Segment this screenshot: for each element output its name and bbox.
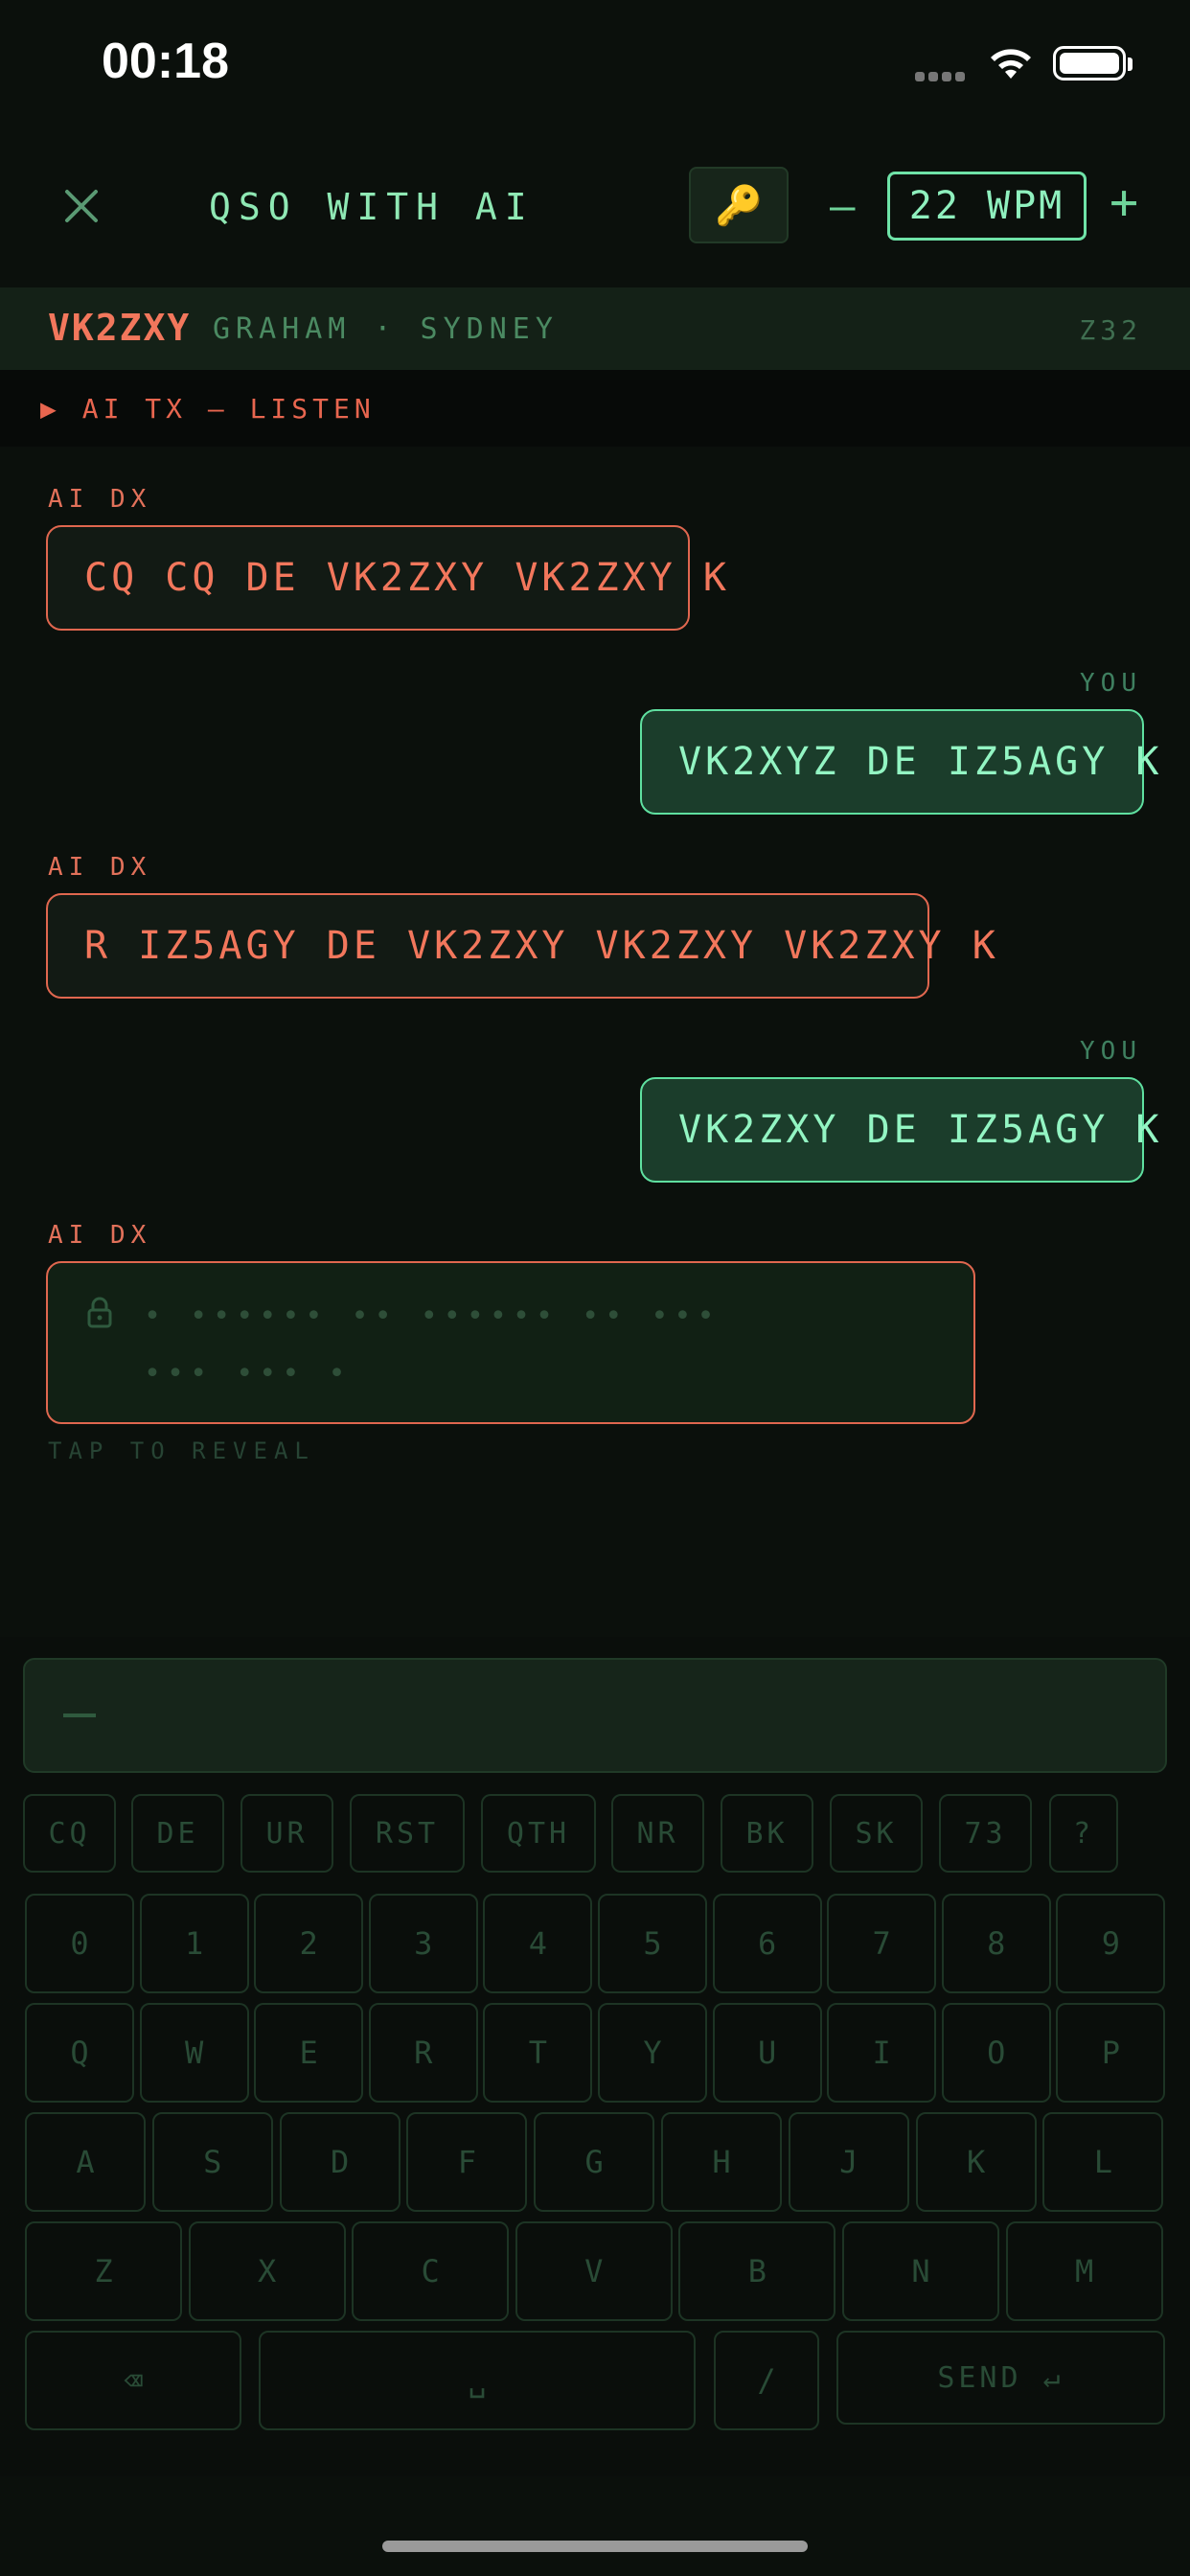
- message-sender: AI DX: [48, 1221, 152, 1250]
- wpm-increase-button[interactable]: +: [1110, 174, 1138, 230]
- hidden-message-bubble[interactable]: • •••••• •• •••••• •• ••• ••• ••• •: [46, 1261, 975, 1424]
- key-0[interactable]: 0: [25, 1894, 134, 1993]
- slash-key[interactable]: /: [714, 2331, 819, 2430]
- prosign-key-ur[interactable]: UR: [240, 1794, 333, 1873]
- prosign-key-bk[interactable]: BK: [721, 1794, 813, 1873]
- ai-message-bubble: CQ CQ DE VK2ZXY VK2ZXY K: [46, 525, 726, 631]
- key-o[interactable]: O: [941, 2003, 1051, 2103]
- hidden-dots-line: • •••••• •• •••••• •• •••: [144, 1300, 721, 1333]
- lock-icon: [87, 1297, 112, 1328]
- page-title: QSO WITH AI: [209, 186, 535, 228]
- input-cursor: [63, 1714, 96, 1717]
- key-k[interactable]: K: [915, 2112, 1037, 2212]
- prosign-key-sk[interactable]: SK: [830, 1794, 923, 1873]
- key-p[interactable]: P: [1056, 2003, 1166, 2103]
- key-9[interactable]: 9: [1056, 1894, 1166, 1993]
- key-5[interactable]: 5: [598, 1894, 707, 1993]
- key-g[interactable]: G: [534, 2112, 655, 2212]
- prosign-key-cq[interactable]: CQ: [23, 1794, 116, 1873]
- key-x[interactable]: X: [188, 2221, 346, 2321]
- key-j[interactable]: J: [788, 2112, 909, 2212]
- prosign-key-73[interactable]: 73: [939, 1794, 1032, 1873]
- contact-callsign: VK2ZXY: [48, 307, 192, 349]
- status-time: 00:18: [102, 34, 229, 89]
- key-1[interactable]: 1: [139, 1894, 249, 1993]
- contact-zone: Z32: [1079, 314, 1142, 346]
- backspace-key[interactable]: ⌫: [25, 2331, 241, 2430]
- key-4[interactable]: 4: [483, 1894, 593, 1993]
- prosign-key-nr[interactable]: NR: [611, 1794, 704, 1873]
- message-sender: YOU: [1080, 1037, 1142, 1066]
- key-z[interactable]: Z: [25, 2221, 182, 2321]
- status-bar: 00:18: [0, 0, 1190, 134]
- key-w[interactable]: W: [139, 2003, 249, 2103]
- key-6[interactable]: 6: [712, 1894, 822, 1993]
- key-button[interactable]: 🔑: [689, 167, 789, 243]
- ai-message-bubble: R IZ5AGY DE VK2ZXY VK2ZXY VK2ZXY K: [46, 893, 995, 999]
- user-message-bubble: VK2XYZ DE IZ5AGY K: [640, 709, 1158, 815]
- message-sender: AI DX: [48, 853, 152, 882]
- wifi-icon: [991, 49, 1031, 79]
- key-q[interactable]: Q: [25, 2003, 134, 2103]
- home-indicator: [382, 2541, 808, 2552]
- prosign-key-de[interactable]: DE: [131, 1794, 224, 1873]
- key-7[interactable]: 7: [827, 1894, 937, 1993]
- key-e[interactable]: E: [254, 2003, 364, 2103]
- user-message-bubble: VK2ZXY DE IZ5AGY K: [640, 1077, 1158, 1183]
- key-2[interactable]: 2: [254, 1894, 364, 1993]
- key-c[interactable]: C: [352, 2221, 510, 2321]
- key-n[interactable]: N: [842, 2221, 999, 2321]
- send-button[interactable]: SEND ↵: [836, 2331, 1165, 2425]
- contact-bar: VK2ZXY GRAHAM · SYDNEY Z32: [0, 288, 1190, 370]
- message-input[interactable]: [23, 1658, 1167, 1773]
- key-8[interactable]: 8: [941, 1894, 1051, 1993]
- key-s[interactable]: S: [151, 2112, 273, 2212]
- key-h[interactable]: H: [661, 2112, 782, 2212]
- close-icon[interactable]: [57, 182, 105, 230]
- prosign-key-qth[interactable]: QTH: [481, 1794, 596, 1873]
- hidden-dots-line: ••• ••• •: [144, 1357, 352, 1391]
- key-v[interactable]: V: [515, 2221, 673, 2321]
- space-key[interactable]: ␣: [259, 2331, 696, 2430]
- key-t[interactable]: T: [483, 2003, 593, 2103]
- key-d[interactable]: D: [279, 2112, 400, 2212]
- key-i[interactable]: I: [827, 2003, 937, 2103]
- listen-button[interactable]: ▶ AI TX — LISTEN: [0, 370, 1190, 447]
- key-u[interactable]: U: [712, 2003, 822, 2103]
- key-y[interactable]: Y: [598, 2003, 707, 2103]
- battery-cap: [1128, 58, 1133, 71]
- key-b[interactable]: B: [678, 2221, 836, 2321]
- wpm-display: 22 WPM: [887, 172, 1087, 241]
- message-sender: AI DX: [48, 485, 152, 514]
- hidden-morse-dots: • •••••• •• •••••• •• ••• ••• ••• •: [144, 1288, 721, 1403]
- cellular-signal-icon: [915, 67, 969, 81]
- contact-name: GRAHAM · SYDNEY: [213, 312, 559, 346]
- prosign-key-rst[interactable]: RST: [350, 1794, 465, 1873]
- key-l[interactable]: L: [1042, 2112, 1164, 2212]
- key-r[interactable]: R: [368, 2003, 478, 2103]
- key-m[interactable]: M: [1005, 2221, 1163, 2321]
- morse-keyboard: CQ DE UR RST QTH NR BK SK 73? 0 1 2 3 4 5 6 7 8 9 Q W E R T Y U I O…: [0, 1637, 1190, 2476]
- wpm-decrease-button[interactable]: —: [830, 182, 856, 231]
- listen-label: ▶ AI TX — LISTEN: [40, 393, 376, 425]
- key-f[interactable]: F: [406, 2112, 528, 2212]
- key-a[interactable]: A: [25, 2112, 146, 2212]
- header: QSO WITH AI 🔑 — 22 WPM +: [0, 153, 1190, 259]
- message-sender: YOU: [1080, 669, 1142, 698]
- battery-icon: [1053, 46, 1126, 80]
- key-icon: 🔑: [715, 183, 763, 228]
- tap-to-reveal-hint: TAP TO REVEAL: [48, 1438, 315, 1464]
- key-3[interactable]: 3: [368, 1894, 478, 1993]
- prosign-key-question[interactable]: ?: [1049, 1794, 1118, 1873]
